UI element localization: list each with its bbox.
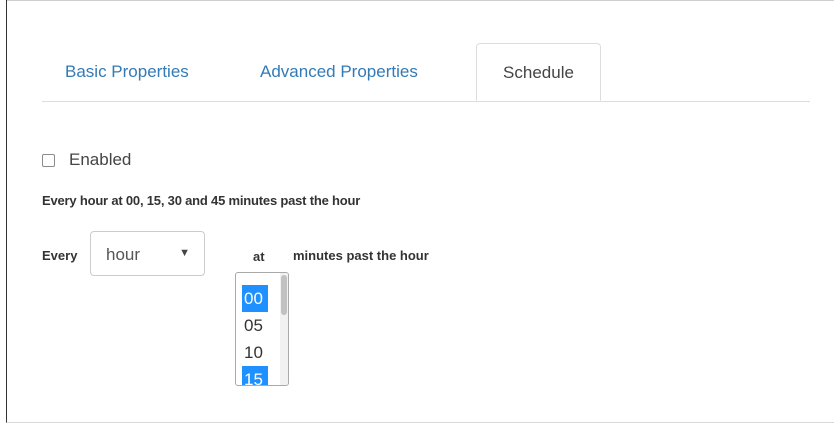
tab-advanced-properties[interactable]: Advanced Properties — [260, 43, 418, 101]
minutes-multiselect[interactable]: 00 05 10 15 — [235, 272, 289, 386]
minutes-scrollbar[interactable] — [280, 273, 288, 385]
minute-option[interactable]: 05 — [242, 312, 268, 339]
enabled-row: Enabled — [42, 148, 131, 172]
minute-option[interactable]: 15 — [242, 366, 268, 385]
minutes-past-label: minutes past the hour — [293, 248, 429, 263]
tab-schedule[interactable]: Schedule — [476, 43, 601, 101]
period-select[interactable]: hour ▼ — [90, 231, 205, 276]
caret-down-icon: ▼ — [179, 247, 190, 259]
minute-option[interactable]: 00 — [242, 285, 268, 312]
schedule-summary: Every hour at 00, 15, 30 and 45 minutes … — [42, 193, 361, 208]
period-select-value: hour — [106, 245, 141, 264]
minutes-options: 00 05 10 15 — [242, 285, 268, 385]
minutes-scrollbar-thumb[interactable] — [281, 275, 287, 315]
at-label: at — [253, 249, 265, 264]
every-label: Every — [42, 248, 78, 263]
enabled-checkbox[interactable] — [42, 153, 55, 167]
tab-basic-properties[interactable]: Basic Properties — [65, 43, 189, 101]
minute-option[interactable]: 10 — [242, 339, 268, 366]
tab-bar: Basic Properties Advanced Properties Sch… — [42, 43, 810, 102]
enabled-label: Enabled — [69, 150, 132, 169]
